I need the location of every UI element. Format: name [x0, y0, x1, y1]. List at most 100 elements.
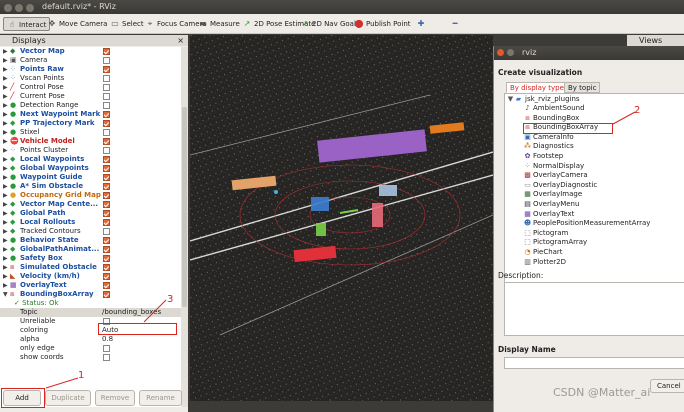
- tool-select[interactable]: ▭ Select: [108, 17, 143, 31]
- expand-arrow-icon[interactable]: ▼: [3, 290, 8, 299]
- display-enable-checkbox[interactable]: [103, 147, 110, 154]
- display-enable-checkbox[interactable]: [103, 219, 110, 226]
- display-type-item[interactable]: ⬚ Pictogram: [505, 229, 684, 238]
- display-item[interactable]: ▶ ◆ Local Rollouts: [0, 218, 181, 227]
- display-enable-checkbox[interactable]: [103, 120, 110, 127]
- tool-nav-goal[interactable]: ↗ 2D Nav Goal: [298, 17, 356, 31]
- display-item[interactable]: ▶ ◆ Local Waypoints: [0, 155, 181, 164]
- display-item[interactable]: ▶ ◆ PP Trajectory Mark: [0, 119, 181, 128]
- tool-add-tool[interactable]: ✚: [414, 17, 428, 31]
- tool-remove-tool[interactable]: ━: [448, 17, 462, 31]
- display-type-item[interactable]: ▭ OverlayDiagnostic: [505, 181, 684, 190]
- expand-arrow-icon[interactable]: ▶: [3, 155, 8, 164]
- expand-arrow-icon[interactable]: ▶: [3, 209, 8, 218]
- dialog-minimize-icon[interactable]: [507, 49, 514, 56]
- expand-arrow-icon[interactable]: ▶: [3, 272, 8, 281]
- expand-arrow-icon[interactable]: ▶: [3, 83, 8, 92]
- display-type-item[interactable]: ⬚ PictogramArray: [505, 238, 684, 247]
- expand-arrow-icon[interactable]: ▶: [3, 119, 8, 128]
- display-item[interactable]: ▶ ⁘ Vscan Points: [0, 74, 181, 83]
- display-item[interactable]: ▶ ● Next Waypoint Mark: [0, 110, 181, 119]
- display-enable-checkbox[interactable]: [103, 138, 110, 145]
- tool-publish-point[interactable]: ⬤ Publish Point: [352, 17, 411, 31]
- display-enable-checkbox[interactable]: [103, 183, 110, 190]
- expand-arrow-icon[interactable]: ▶: [3, 191, 8, 200]
- property-row[interactable]: alpha 0.8: [0, 335, 181, 344]
- display-item[interactable]: ▶ ◆ Global Path: [0, 209, 181, 218]
- expand-arrow-icon[interactable]: ▶: [3, 227, 8, 236]
- display-type-item[interactable]: ▣ CameraInfo: [505, 133, 684, 142]
- tool-interact[interactable]: ☝ Interact: [3, 17, 51, 31]
- tab-by-display-type[interactable]: By display type: [506, 82, 568, 93]
- display-item[interactable]: ▶ ⧈ Simulated Obstacle: [0, 263, 181, 272]
- display-item[interactable]: ▶ ╱ Current Pose: [0, 92, 181, 101]
- display-item[interactable]: ▶ ▦ OverlayText: [0, 281, 181, 290]
- expand-arrow-icon[interactable]: ▶: [3, 245, 8, 254]
- display-item[interactable]: ▶ ● Safety Box: [0, 254, 181, 263]
- expand-arrow-icon[interactable]: ▶: [3, 146, 8, 155]
- display-type-item[interactable]: ☻ PeoplePositionMeasurementArray: [505, 219, 684, 228]
- display-item[interactable]: ▶ ◆ GlobalPathAnimat...: [0, 245, 181, 254]
- display-item[interactable]: ▶ ● Behavior State: [0, 236, 181, 245]
- close-window-icon[interactable]: [4, 4, 12, 12]
- display-item[interactable]: ▶ ⁘ Points Raw: [0, 65, 181, 74]
- expand-arrow-icon[interactable]: ▶: [3, 263, 8, 272]
- display-type-item[interactable]: ▦ OverlayImage: [505, 190, 684, 199]
- display-item[interactable]: ▶ ◆ Global Waypoints: [0, 164, 181, 173]
- expand-arrow-icon[interactable]: ▶: [3, 47, 8, 56]
- cancel-button[interactable]: Cancel: [650, 379, 684, 393]
- display-item[interactable]: ▶ ◆ Tracked Contours: [0, 227, 181, 236]
- display-item[interactable]: ▶ ● A* Sim Obstacle: [0, 182, 181, 191]
- expand-arrow-icon[interactable]: ▶: [3, 56, 8, 65]
- display-item[interactable]: ▶ ╱ Control Pose: [0, 83, 181, 92]
- display-enable-checkbox[interactable]: [103, 57, 110, 64]
- display-type-item[interactable]: ▩ OverlayCamera: [505, 171, 684, 180]
- display-enable-checkbox[interactable]: [103, 255, 110, 262]
- property-value[interactable]: 0.8: [102, 335, 113, 344]
- display-item[interactable]: ▶ ● Waypoint Guide: [0, 173, 181, 182]
- expand-arrow-icon[interactable]: ▶: [3, 65, 8, 74]
- expand-arrow-icon[interactable]: ▶: [3, 128, 8, 137]
- scrollbar-thumb[interactable]: [182, 107, 187, 307]
- display-type-item[interactable]: ✿ Footstep: [505, 152, 684, 161]
- tab-by-topic[interactable]: By topic: [564, 82, 601, 93]
- display-type-item[interactable]: ⧈ BoundingBox: [505, 114, 684, 123]
- display-item[interactable]: ▶ ◣ Velocity (km/h): [0, 272, 181, 281]
- display-enable-checkbox[interactable]: [103, 192, 110, 199]
- display-enable-checkbox[interactable]: [103, 48, 110, 55]
- expand-arrow-icon[interactable]: ▶: [3, 101, 8, 110]
- display-enable-checkbox[interactable]: [103, 75, 110, 82]
- expand-arrow-icon[interactable]: ▶: [3, 281, 8, 290]
- display-enable-checkbox[interactable]: [103, 210, 110, 217]
- expand-arrow-icon[interactable]: ▶: [3, 173, 8, 182]
- property-row[interactable]: show coords: [0, 353, 181, 362]
- rename-button[interactable]: Rename: [139, 390, 182, 406]
- duplicate-button[interactable]: Duplicate: [45, 390, 91, 406]
- display-item[interactable]: ▶ ◆ Vector Map Cente...: [0, 200, 181, 209]
- display-name-input[interactable]: [504, 357, 684, 369]
- point-cloud-scene[interactable]: [190, 35, 493, 401]
- display-type-item[interactable]: ⁘ NormalDisplay: [505, 162, 684, 171]
- expand-arrow-icon[interactable]: ▶: [3, 236, 8, 245]
- display-type-item[interactable]: ⁂ Diagnostics: [505, 142, 684, 151]
- display-enable-checkbox[interactable]: [103, 264, 110, 271]
- property-checkbox[interactable]: [103, 354, 110, 361]
- expand-arrow-icon[interactable]: ▶: [3, 92, 8, 101]
- display-item[interactable]: ▶ ▣ Camera: [0, 56, 181, 65]
- views-tab[interactable]: Views: [627, 35, 684, 46]
- display-enable-checkbox[interactable]: [103, 165, 110, 172]
- display-enable-checkbox[interactable]: [103, 93, 110, 100]
- display-type-item[interactable]: ▤ OverlayMenu: [505, 200, 684, 209]
- expand-arrow-icon[interactable]: ▶: [3, 218, 8, 227]
- expand-arrow-icon[interactable]: ▶: [3, 182, 8, 191]
- tool-measure[interactable]: ▬ Measure: [196, 17, 240, 31]
- expand-arrow-icon[interactable]: ▶: [3, 200, 8, 209]
- remove-button[interactable]: Remove: [95, 390, 135, 406]
- display-enable-checkbox[interactable]: [103, 282, 110, 289]
- expand-arrow-icon[interactable]: ▶: [3, 254, 8, 263]
- display-enable-checkbox[interactable]: [103, 237, 110, 244]
- display-enable-checkbox[interactable]: [103, 102, 110, 109]
- display-enable-checkbox[interactable]: [103, 273, 110, 280]
- display-enable-checkbox[interactable]: [103, 111, 110, 118]
- display-enable-checkbox[interactable]: [103, 174, 110, 181]
